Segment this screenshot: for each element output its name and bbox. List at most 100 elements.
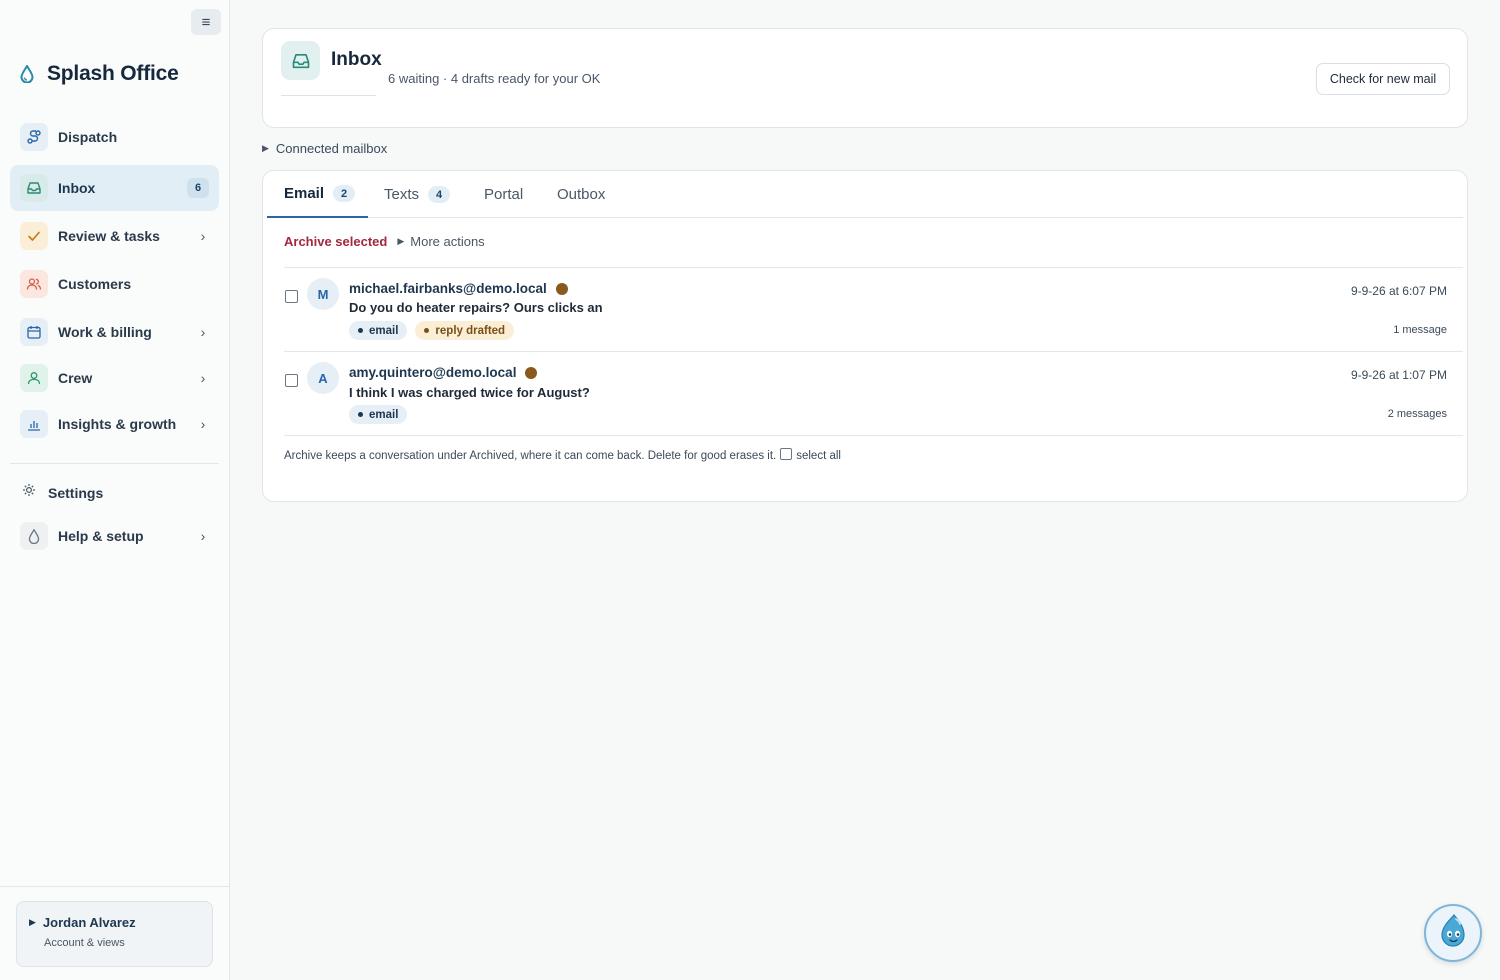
water-drop-icon: [20, 522, 48, 550]
avatar: M: [307, 278, 339, 310]
message-date: 9-9-26 at 6:07 PM: [1350, 284, 1447, 298]
row-checkbox[interactable]: [285, 290, 298, 303]
sidebar-item-label: Dispatch: [58, 129, 118, 145]
tab-count-badge: 2: [333, 185, 356, 202]
sender-email: michael.fairbanks@demo.local: [349, 281, 547, 296]
route-icon: [20, 123, 48, 151]
message-chips: email: [349, 405, 408, 424]
chip-label: email: [369, 324, 399, 337]
chevron-right-icon: ›: [200, 528, 206, 544]
sender-row: amy.quintero@demo.local: [349, 365, 538, 380]
sender-email: amy.quintero@demo.local: [349, 365, 517, 380]
sidebar-item-work-billing[interactable]: Work & billing ›: [10, 309, 219, 355]
message-subject: I think I was charged twice for August?: [349, 385, 590, 400]
connected-mailbox-label: Connected mailbox: [275, 141, 388, 156]
reply-drafted-chip: reply drafted: [415, 321, 515, 340]
inbox-header-card: Inbox 6 waiting · 4 drafts ready for you…: [262, 28, 1468, 128]
archive-selected-button[interactable]: Archive selected: [284, 234, 387, 249]
sidebar-item-label: Review & tasks: [58, 228, 160, 244]
tab-outbox[interactable]: Outbox: [557, 171, 605, 218]
water-drop-icon: [18, 63, 36, 85]
assistant-button[interactable]: [1424, 904, 1482, 962]
inbox-list-card: Email 2 Texts 4 Portal Outbox Archive se…: [262, 170, 1468, 502]
page-subtitle: 6 waiting · 4 drafts ready for your OK: [388, 71, 601, 86]
sidebar-item-label: Help & setup: [58, 528, 144, 544]
tab-label: Email: [284, 185, 325, 202]
more-actions-label: More actions: [410, 234, 485, 249]
user-account-card[interactable]: ▶ Jordan Alvarez Account & views: [16, 901, 213, 967]
sidebar-footer: ▶ Jordan Alvarez Account & views: [0, 886, 230, 980]
calendar-icon: [20, 318, 48, 346]
brand: Splash Office: [18, 62, 179, 86]
title-underline: [281, 95, 376, 96]
gear-icon: [22, 483, 36, 502]
caret-right-icon: ▶: [29, 917, 36, 927]
list-divider: [284, 435, 1463, 436]
sidebar-item-label: Customers: [58, 276, 132, 292]
settings-label: Settings: [48, 484, 104, 501]
sidebar-item-review-tasks[interactable]: Review & tasks ›: [10, 213, 219, 259]
message-row[interactable]: A amy.quintero@demo.local I think I was …: [284, 351, 1463, 435]
chevron-right-icon: ›: [200, 324, 206, 340]
sidebar-item-label: Insights & growth: [58, 416, 177, 432]
chip-dot: [358, 412, 363, 417]
tab-count-badge: 4: [428, 186, 451, 203]
tab-email[interactable]: Email 2: [267, 171, 368, 218]
chip-label: reply drafted: [435, 324, 506, 337]
inbox-icon: [281, 41, 320, 80]
sidebar-item-settings[interactable]: Settings: [22, 483, 103, 502]
connected-mailbox-toggle[interactable]: ▶ Connected mailbox: [262, 141, 387, 156]
person-icon: [20, 364, 48, 392]
email-chip: email: [349, 321, 408, 340]
message-chips: email reply drafted: [349, 321, 515, 340]
caret-right-icon: ▶: [262, 143, 269, 153]
sidebar-item-dispatch[interactable]: Dispatch: [10, 114, 219, 160]
sidebar-collapse-button[interactable]: ≡: [191, 9, 221, 35]
users-icon: [20, 270, 48, 298]
sidebar-item-help-setup[interactable]: Help & setup ›: [10, 513, 219, 559]
chip-dot: [358, 328, 363, 333]
sidebar-item-crew[interactable]: Crew ›: [10, 355, 219, 401]
unread-dot: [525, 366, 538, 379]
user-name: Jordan Alvarez: [42, 915, 136, 930]
chevron-right-icon: ›: [200, 228, 206, 244]
inbox-icon: [20, 174, 48, 202]
bar-chart-icon: [20, 410, 48, 438]
archive-footnote: Archive keeps a conversation under Archi…: [284, 448, 864, 465]
tab-label: Portal: [484, 186, 524, 203]
menu-icon: ≡: [201, 13, 211, 31]
select-all-checkbox[interactable]: [780, 448, 793, 460]
tab-portal[interactable]: Portal: [484, 171, 523, 218]
check-new-mail-button[interactable]: Check for new mail: [1316, 63, 1450, 95]
tab-texts[interactable]: Texts 4: [384, 171, 451, 218]
chip-label: email: [369, 408, 399, 421]
user-name-row: ▶ Jordan Alvarez: [29, 915, 200, 930]
sidebar-item-label: Work & billing: [58, 324, 152, 340]
check-icon: [20, 222, 48, 250]
sidebar-item-insights-growth[interactable]: Insights & growth ›: [10, 401, 219, 447]
bulk-actions: Archive selected ▶ More actions: [284, 234, 485, 249]
message-count: 1 message: [1393, 324, 1447, 336]
sidebar-item-customers[interactable]: Customers: [10, 261, 219, 307]
message-row[interactable]: M michael.fairbanks@demo.local Do you do…: [284, 267, 1463, 351]
sender-row: michael.fairbanks@demo.local: [349, 281, 568, 296]
user-subtitle: Account & views: [44, 937, 125, 949]
sidebar: ≡ Splash Office Dispatch Inbox 6 Review …: [0, 0, 230, 980]
tab-label: Texts: [384, 186, 420, 203]
unread-dot: [555, 282, 568, 295]
row-checkbox[interactable]: [285, 374, 298, 387]
chevron-right-icon: ›: [200, 416, 206, 432]
sidebar-item-inbox[interactable]: Inbox 6: [10, 165, 219, 211]
message-count: 2 messages: [1387, 408, 1447, 420]
avatar: A: [307, 362, 339, 394]
message-date: 9-9-26 at 1:07 PM: [1350, 368, 1447, 382]
brand-name: Splash Office: [47, 62, 179, 85]
inbox-count-badge: 6: [187, 178, 209, 198]
select-all-label[interactable]: select all: [796, 450, 841, 462]
sidebar-divider: [10, 463, 219, 464]
message-subject: Do you do heater repairs? Ours clicks an: [349, 300, 603, 315]
more-actions-toggle[interactable]: ▶ More actions: [397, 234, 484, 249]
inbox-tabs: Email 2 Texts 4 Portal Outbox: [267, 171, 1463, 218]
archive-note-text: Archive keeps a conversation under Archi…: [284, 450, 777, 462]
chevron-right-icon: ›: [200, 370, 206, 386]
